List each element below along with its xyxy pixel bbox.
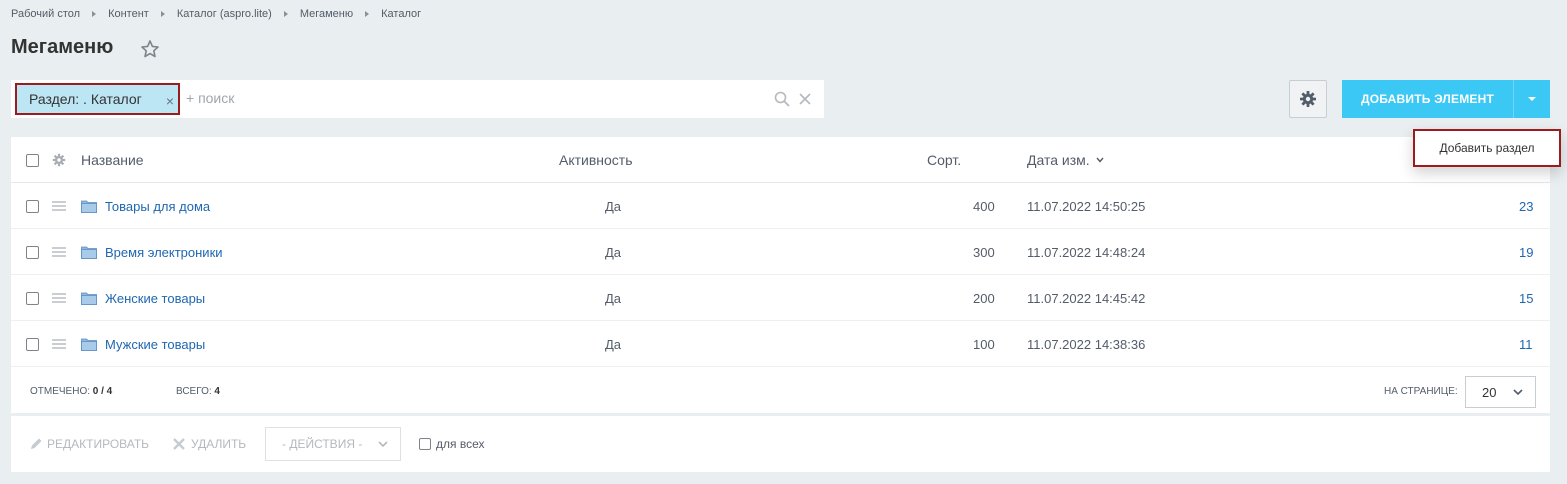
row-id-link[interactable]: 19 <box>1519 229 1533 275</box>
row-checkbox[interactable] <box>26 291 39 305</box>
folder-icon <box>81 338 97 351</box>
breadcrumb-megamenu[interactable]: Мегаменю <box>300 8 353 20</box>
star-icon[interactable] <box>140 39 160 59</box>
row-date: 11.07.2022 14:48:24 <box>1027 244 1146 260</box>
breadcrumb-catalog[interactable]: Каталог <box>381 8 421 20</box>
delete-label: УДАЛИТЬ <box>191 437 247 451</box>
row-name-link[interactable]: Время электроники <box>105 245 223 260</box>
page-title: Мегаменю <box>11 36 114 58</box>
add-section-label: Добавить раздел <box>1439 141 1535 155</box>
filter-chip-label: Раздел: . Каталог <box>29 91 142 107</box>
table-row[interactable]: Время электроники Да 300 11.07.2022 14:4… <box>11 229 1550 275</box>
sort-chevron-down-icon <box>1096 157 1104 163</box>
add-element-button[interactable]: ДОБАВИТЬ ЭЛЕМЕНТ <box>1342 80 1513 118</box>
drag-handle-icon[interactable] <box>52 247 66 257</box>
actions-select-value: - ДЕЙСТВИЯ - <box>282 437 363 451</box>
edit-label: РЕДАКТИРОВАТЬ <box>47 437 150 451</box>
breadcrumb: Рабочий стол Контент Каталог (aspro.lite… <box>11 8 421 20</box>
drag-handle-icon[interactable] <box>52 339 66 349</box>
grid-header: Название Активность Сорт. Дата изм. <box>11 137 1550 183</box>
grid-footer: ОТМЕЧЕНО: 0 / 4 ВСЕГО: 4 НА СТРАНИЦЕ: 20 <box>11 368 1550 413</box>
actions-select[interactable]: - ДЕЙСТВИЯ - <box>265 427 401 461</box>
row-id-link[interactable]: 23 <box>1519 183 1533 229</box>
row-activity: Да <box>605 336 622 352</box>
row-name-link[interactable]: Мужские товары <box>105 337 205 352</box>
for-all-toggle[interactable]: для всех <box>419 416 485 472</box>
filter-chip-section[interactable]: Раздел: . Каталог × <box>15 83 180 115</box>
table-row[interactable]: Товары для дома Да 400 11.07.2022 14:50:… <box>11 183 1550 229</box>
marked-counter: ОТМЕЧЕНО: 0 / 4 <box>30 368 112 414</box>
row-sort: 300 <box>973 244 995 260</box>
pencil-icon <box>31 438 42 449</box>
close-icon <box>173 438 185 450</box>
folder-icon <box>81 246 97 259</box>
row-id-link[interactable]: 11 <box>1519 321 1533 367</box>
breadcrumb-separator-icon <box>92 11 97 17</box>
total-value: 4 <box>214 385 220 397</box>
chevron-down-icon <box>1513 389 1523 396</box>
select-all-checkbox[interactable] <box>26 153 39 167</box>
settings-button[interactable] <box>1289 80 1327 118</box>
row-activity: Да <box>605 244 622 260</box>
column-header-sort-label: Сорт. <box>927 152 962 168</box>
delete-button[interactable]: УДАЛИТЬ <box>173 416 246 472</box>
for-all-label: для всех <box>436 437 485 451</box>
drag-handle-icon[interactable] <box>52 293 66 303</box>
chevron-down-icon <box>378 441 388 448</box>
edit-button[interactable]: РЕДАКТИРОВАТЬ <box>29 416 149 472</box>
column-header-activity-label: Активность <box>559 152 633 168</box>
row-checkbox[interactable] <box>26 199 39 213</box>
row-name-link[interactable]: Товары для дома <box>105 199 210 214</box>
breadcrumb-catalog-aspro[interactable]: Каталог (aspro.lite) <box>177 8 272 20</box>
total-label: ВСЕГО: <box>176 385 212 397</box>
chip-close-icon[interactable]: × <box>166 93 174 109</box>
breadcrumb-content[interactable]: Контент <box>108 8 149 20</box>
folder-icon <box>81 292 97 305</box>
caret-down-icon <box>1528 97 1536 101</box>
column-header-sort[interactable]: Сорт. <box>927 137 961 183</box>
row-date: 11.07.2022 14:45:42 <box>1027 290 1146 306</box>
column-settings-icon[interactable] <box>52 153 66 167</box>
column-header-date-label: Дата изм. <box>1027 152 1090 168</box>
items-grid: Название Активность Сорт. Дата изм. Това… <box>11 137 1550 413</box>
column-header-name[interactable]: Название <box>81 137 144 183</box>
for-all-checkbox[interactable] <box>419 438 431 450</box>
filter-bar: Раздел: . Каталог × <box>11 80 824 118</box>
row-checkbox[interactable] <box>26 245 39 259</box>
row-date: 11.07.2022 14:50:25 <box>1027 198 1146 214</box>
search-input[interactable] <box>184 89 744 107</box>
gear-icon <box>1300 91 1316 107</box>
column-header-date[interactable]: Дата изм. <box>1027 137 1104 183</box>
row-date: 11.07.2022 14:38:36 <box>1027 336 1146 352</box>
row-sort: 400 <box>973 198 995 214</box>
row-sort: 200 <box>973 290 995 306</box>
per-page-value: 20 <box>1482 384 1497 400</box>
column-header-activity[interactable]: Активность <box>559 137 633 183</box>
per-page-label: НА СТРАНИЦЕ: <box>1384 385 1458 397</box>
table-row[interactable]: Женские товары Да 200 11.07.2022 14:45:4… <box>11 275 1550 321</box>
add-section-menu-item[interactable]: Добавить раздел <box>1413 129 1561 167</box>
clear-icon[interactable] <box>798 92 812 106</box>
folder-icon <box>81 200 97 213</box>
drag-handle-icon[interactable] <box>52 201 66 211</box>
per-page-select[interactable]: 20 <box>1465 376 1536 408</box>
total-counter: ВСЕГО: 4 <box>176 368 220 414</box>
column-header-name-label: Название <box>81 152 144 168</box>
row-id-link[interactable]: 15 <box>1519 275 1533 321</box>
group-actions-bar: РЕДАКТИРОВАТЬ УДАЛИТЬ - ДЕЙСТВИЯ - для в… <box>11 416 1550 472</box>
search-icon[interactable] <box>774 91 790 107</box>
table-row[interactable]: Мужские товары Да 100 11.07.2022 14:38:3… <box>11 321 1550 367</box>
row-name-link[interactable]: Женские товары <box>105 291 205 306</box>
breadcrumb-separator-icon <box>160 11 165 17</box>
breadcrumb-separator-icon <box>283 11 288 17</box>
row-activity: Да <box>605 198 622 214</box>
row-checkbox[interactable] <box>26 337 39 351</box>
row-sort: 100 <box>973 336 995 352</box>
add-element-dropdown-button[interactable] <box>1513 80 1550 118</box>
breadcrumb-desktop[interactable]: Рабочий стол <box>11 8 80 20</box>
marked-label: ОТМЕЧЕНО: <box>30 385 90 397</box>
row-activity: Да <box>605 290 622 306</box>
marked-value: 0 / 4 <box>92 385 113 397</box>
breadcrumb-separator-icon <box>365 11 370 17</box>
